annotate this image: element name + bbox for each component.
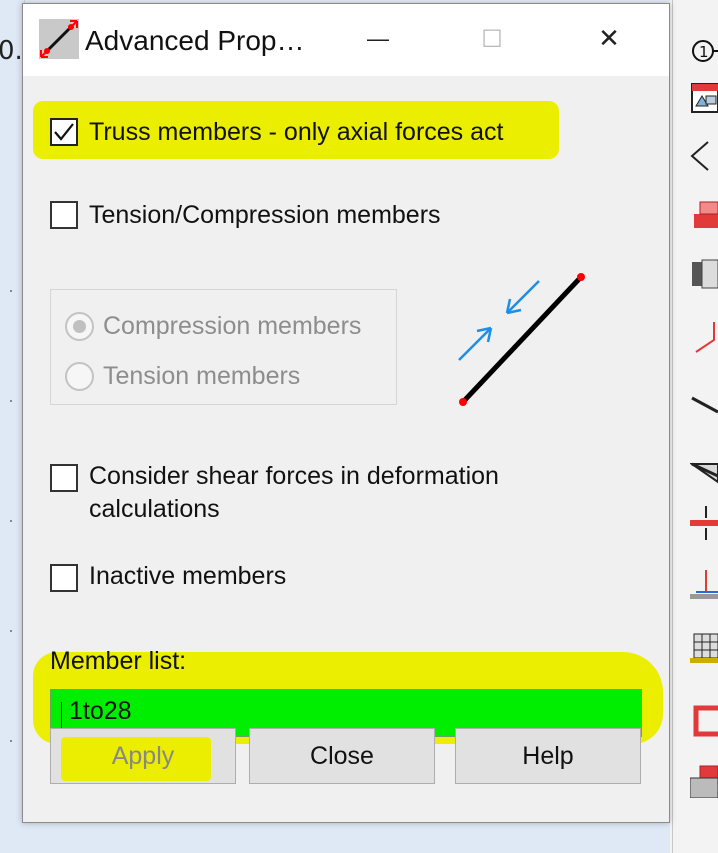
member-list-label: Member list: (50, 647, 187, 675)
compression-members-label: Compression members (103, 312, 362, 340)
axis-icon[interactable] (690, 566, 718, 600)
help-button-label: Help (522, 741, 574, 770)
fill-icon[interactable] (690, 764, 718, 798)
grid-dot (10, 630, 12, 632)
circled-one-icon[interactable]: 1 (690, 34, 718, 68)
inactive-members-checkbox[interactable] (50, 564, 78, 592)
view-icon[interactable] (690, 80, 718, 114)
compression-members-radio[interactable] (65, 312, 94, 341)
truss-members-checkbox[interactable] (50, 118, 78, 146)
support-icon[interactable] (690, 256, 718, 290)
member-list-value: 1to28 (69, 697, 132, 725)
close-window-button[interactable]: ✕ (586, 18, 632, 60)
tension-members-label: Tension members (103, 362, 301, 390)
truss-members-label: Truss members - only axial forces act (89, 118, 504, 146)
bracket-icon[interactable] (690, 704, 718, 738)
help-button[interactable]: Help (455, 728, 641, 784)
minimize-icon: — (367, 26, 389, 51)
svg-text:1: 1 (699, 43, 709, 61)
advanced-properties-dialog: Advanced Prop… — ☐ ✕ Truss members - onl… (22, 3, 670, 823)
member-icon[interactable] (690, 320, 718, 354)
close-icon: ✕ (598, 24, 620, 54)
grid-dot (10, 740, 12, 742)
grid-dot (10, 290, 12, 292)
shear-forces-label-line2: calculations (89, 495, 220, 523)
tension-compression-label: Tension/Compression members (89, 201, 441, 229)
shear-forces-label-line1: Consider shear forces in deformation (89, 462, 499, 490)
apply-button-label: Apply (111, 741, 175, 770)
toolbar-divider (672, 0, 673, 853)
truss-member-icon (39, 19, 79, 59)
hinge-icon[interactable] (690, 380, 718, 414)
dialog-title: Advanced Prop… (85, 25, 305, 56)
text-caret (61, 702, 62, 728)
shear-forces-checkbox[interactable] (50, 464, 78, 492)
load-icon[interactable] (690, 196, 718, 230)
axial-force-diagram (458, 273, 585, 406)
grid-dot (10, 520, 12, 522)
maximize-icon: ☐ (481, 25, 503, 53)
grid-dot (10, 400, 12, 402)
close-button[interactable]: Close (249, 728, 435, 784)
tension-compression-checkbox[interactable] (50, 201, 78, 229)
maximize-button: ☐ (469, 18, 515, 60)
section-icon[interactable] (690, 458, 718, 492)
apply-button[interactable]: Apply (50, 728, 236, 784)
minimize-button[interactable]: — (355, 18, 401, 60)
title-bar[interactable]: Advanced Prop… — ☐ ✕ (23, 4, 669, 76)
close-button-label: Close (310, 741, 374, 770)
inactive-members-label: Inactive members (89, 562, 287, 590)
checkmark-icon (54, 123, 74, 141)
diamond-icon[interactable] (690, 138, 718, 172)
grid-icon[interactable] (690, 630, 718, 664)
dimension-icon[interactable] (690, 506, 718, 540)
tension-members-radio[interactable] (65, 362, 94, 391)
drawing-canvas-bottom[interactable] (24, 822, 670, 853)
